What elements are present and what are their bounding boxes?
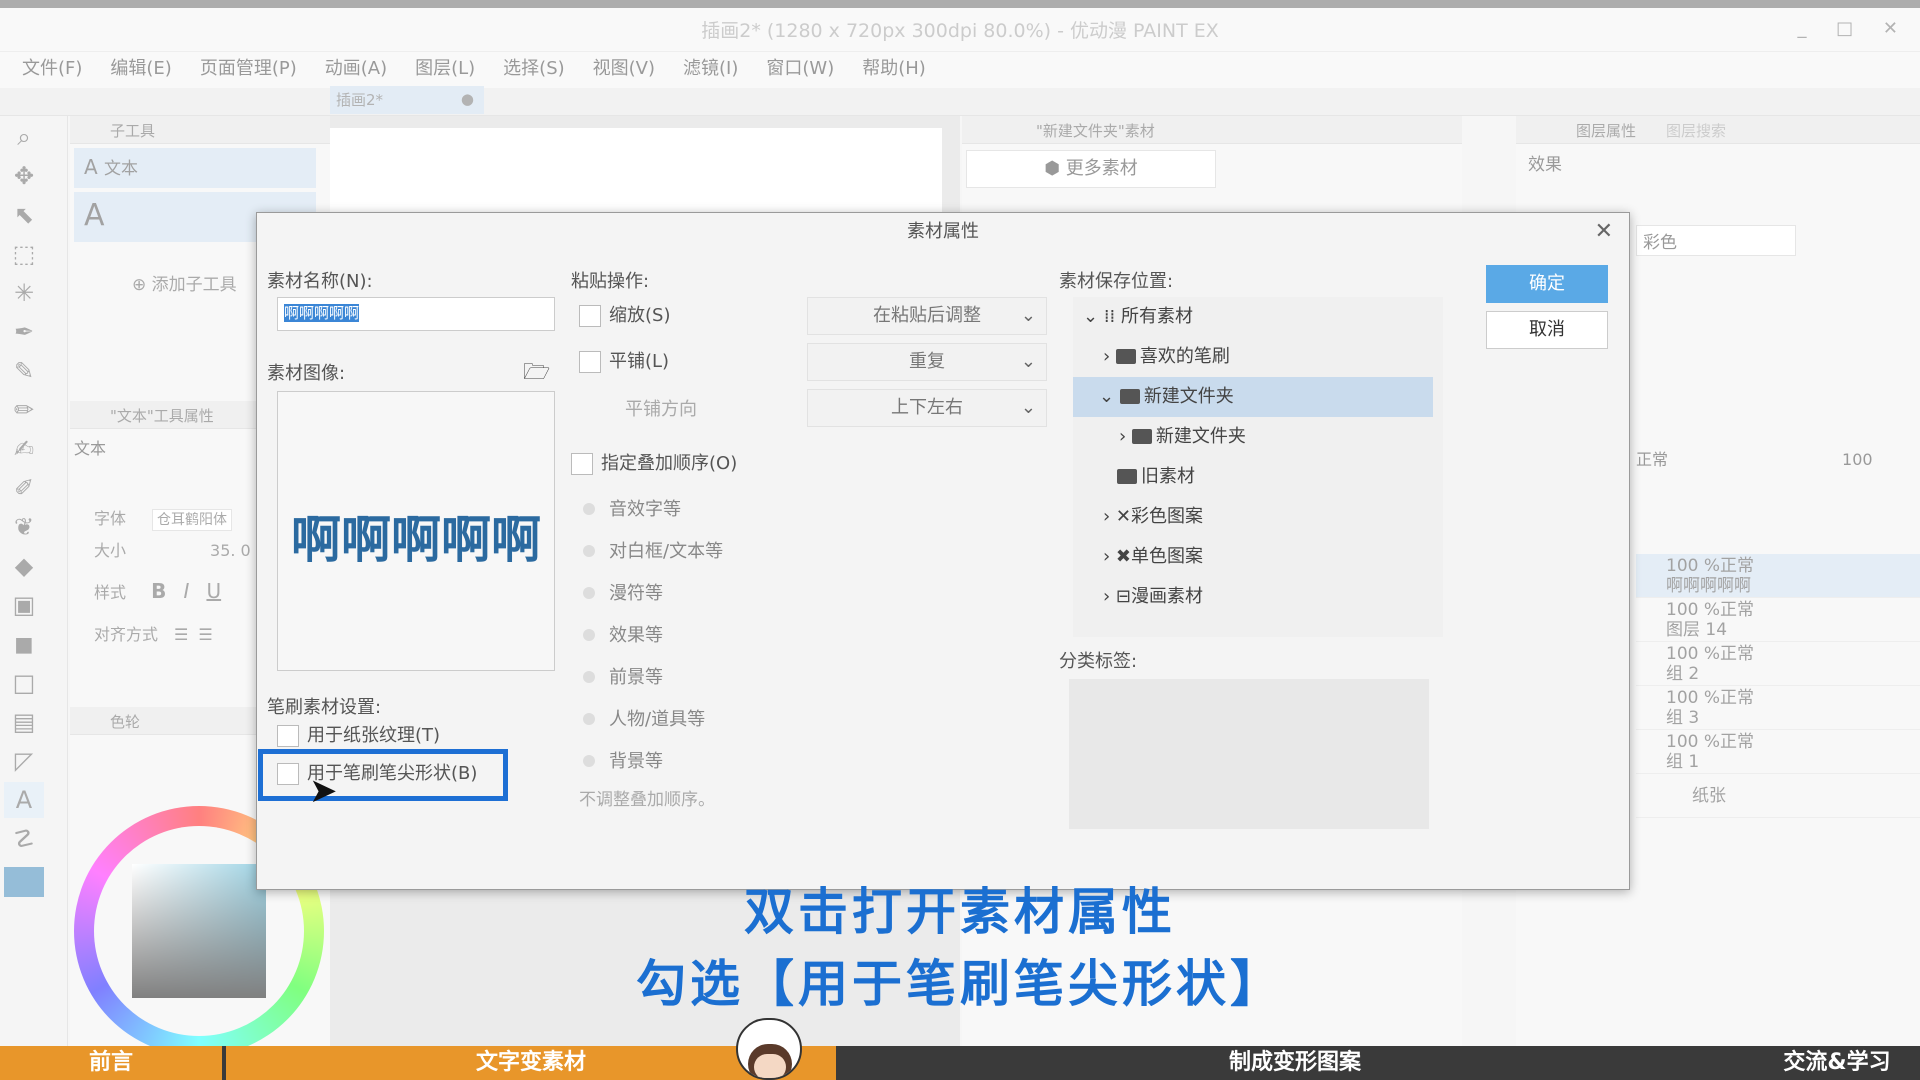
tile-dropdown[interactable]: 重复 ⌄ xyxy=(807,343,1047,381)
no-order-note: 不调整叠加顺序。 xyxy=(579,790,715,810)
order-radio-group: 音效字等 对白框/文本等 漫符等 效果等 前景等 人物/道具等 背景等 xyxy=(583,495,723,789)
order-radio-label: 人物/道具等 xyxy=(609,709,706,730)
avatar xyxy=(736,1018,802,1080)
scale-dropdown[interactable]: 在粘贴后调整 ⌄ xyxy=(807,297,1047,335)
tile-checkbox[interactable] xyxy=(579,351,601,373)
order-radio-label: 效果等 xyxy=(609,625,663,646)
folder-icon xyxy=(1131,429,1152,444)
tree-item-label: 新建文件夹 xyxy=(1155,426,1246,447)
name-label: 素材名称(N): xyxy=(267,271,373,292)
pattern-icon: ✖ xyxy=(1115,546,1132,567)
close-icon[interactable]: ✕ xyxy=(1595,219,1613,244)
scale-dropdown-value: 在粘贴后调整 xyxy=(873,305,981,326)
order-radio[interactable]: 人物/道具等 xyxy=(583,705,723,747)
tree-item[interactable]: › ✖单色图案 xyxy=(1073,537,1443,577)
tile-dropdown-value: 重复 xyxy=(909,351,945,372)
manga-icon: ⊟ xyxy=(1115,586,1132,607)
tree-item-label: 旧素材 xyxy=(1141,466,1195,487)
chapter-bar: 前言 文字变素材 制成变形图案 交流&学习 xyxy=(0,1046,1920,1080)
tag-label: 分类标签: xyxy=(1059,651,1138,672)
image-preview: 啊啊啊啊啊 xyxy=(277,391,555,671)
order-radio-label: 前景等 xyxy=(609,667,663,688)
mouse-cursor-icon: ➤ xyxy=(309,771,338,811)
tree-item-selected[interactable]: ⌄ 新建文件夹 xyxy=(1073,377,1433,417)
paper-texture-option[interactable]: 用于纸张纹理(T) xyxy=(277,721,440,747)
folder-open-icon[interactable]: 🗁 xyxy=(523,355,550,393)
brush-tip-option[interactable]: 用于笔刷笔尖形状(B) xyxy=(277,759,477,785)
tree-item-label: 漫画素材 xyxy=(1131,586,1204,607)
chevron-down-icon: ⌄ xyxy=(1020,305,1036,326)
dialog-title: 素材属性 xyxy=(907,221,979,242)
tree-item[interactable]: › ⊟漫画素材 xyxy=(1073,577,1443,617)
paper-texture-checkbox[interactable] xyxy=(277,725,299,747)
name-input-value: 啊啊啊啊啊 xyxy=(284,304,360,322)
order-radio[interactable]: 音效字等 xyxy=(583,495,723,537)
grid-icon: ⁞⁞ xyxy=(1103,306,1121,327)
tile-direction-value: 上下左右 xyxy=(891,397,963,418)
tree-item[interactable]: › 新建文件夹 xyxy=(1073,417,1443,457)
order-radio[interactable]: 漫符等 xyxy=(583,579,723,621)
tree-item[interactable]: 旧素材 xyxy=(1073,457,1443,497)
order-radio-label: 背景等 xyxy=(609,751,663,772)
chapter-item[interactable]: 前言 xyxy=(0,1046,222,1080)
chevron-right-icon: › xyxy=(1103,346,1116,367)
order-radio[interactable]: 前景等 xyxy=(583,663,723,705)
tree-item-label: 喜欢的笔刷 xyxy=(1139,346,1230,367)
caption-line-1: 双击打开素材属性 xyxy=(744,883,1176,941)
tree-item[interactable]: › 喜欢的笔刷 xyxy=(1073,337,1443,377)
folder-icon xyxy=(1115,349,1136,364)
tile-option[interactable]: 平铺(L) xyxy=(579,347,669,373)
chevron-right-icon: › xyxy=(1103,586,1116,607)
chevron-right-icon: › xyxy=(1103,546,1116,567)
order-radio[interactable]: 对白框/文本等 xyxy=(583,537,723,579)
order-radio[interactable]: 效果等 xyxy=(583,621,723,663)
order-radio-label: 对白框/文本等 xyxy=(609,541,724,562)
scale-option[interactable]: 缩放(S) xyxy=(579,301,670,327)
tree-item[interactable]: › ✕彩色图案 xyxy=(1073,497,1443,537)
order-radio[interactable]: 背景等 xyxy=(583,747,723,789)
order-option[interactable]: 指定叠加顺序(O) xyxy=(571,449,737,475)
image-label: 素材图像: xyxy=(267,363,346,384)
caption-line-2: 勾选【用于笔刷笔尖形状】 xyxy=(636,955,1284,1013)
folder-icon xyxy=(1117,469,1137,484)
chevron-right-icon: › xyxy=(1119,426,1132,447)
chevron-down-icon: ⌄ xyxy=(1020,351,1036,372)
brush-tip-checkbox[interactable] xyxy=(277,763,299,785)
tree-item-label: 彩色图案 xyxy=(1131,506,1204,527)
tree-item-label: 新建文件夹 xyxy=(1143,386,1234,407)
tree-item-label: 单色图案 xyxy=(1131,546,1204,567)
paste-label: 粘贴操作: xyxy=(571,271,650,292)
chevron-right-icon: › xyxy=(1103,506,1116,527)
order-checkbox[interactable] xyxy=(571,453,593,475)
cancel-button[interactable]: 取消 xyxy=(1486,311,1608,349)
tag-area[interactable] xyxy=(1069,679,1429,829)
chevron-down-icon: ⌄ xyxy=(1020,397,1036,418)
chevron-down-icon: ⌄ xyxy=(1083,306,1104,327)
order-radio-label: 音效字等 xyxy=(609,499,681,520)
material-property-dialog: 素材属性 ✕ 素材名称(N): 啊啊啊啊啊 素材图像: 🗁 啊啊啊啊啊 笔刷素材… xyxy=(256,212,1630,890)
location-label: 素材保存位置: xyxy=(1059,271,1174,292)
order-label: 指定叠加顺序(O) xyxy=(601,453,738,474)
order-radio-label: 漫符等 xyxy=(609,583,663,604)
tile-label: 平铺(L) xyxy=(609,351,670,372)
name-input[interactable]: 啊啊啊啊啊 xyxy=(277,297,555,331)
location-tree: ⌄ ⁞⁞ 所有素材 › 喜欢的笔刷 ⌄ 新建文件夹 › 新建文件夹 旧素材 › … xyxy=(1073,297,1443,637)
brush-settings-label: 笔刷素材设置: xyxy=(267,697,382,718)
preview-text: 啊啊啊啊啊 xyxy=(291,511,541,569)
scale-checkbox[interactable] xyxy=(579,305,601,327)
tile-direction-label: 平铺方向 xyxy=(625,399,697,420)
chapter-item[interactable]: 制成变形图案 xyxy=(840,1046,1750,1080)
folder-icon xyxy=(1119,389,1140,404)
tile-direction-dropdown[interactable]: 上下左右 ⌄ xyxy=(807,389,1047,427)
ok-button[interactable]: 确定 xyxy=(1486,265,1608,303)
chapter-item[interactable]: 交流&学习 xyxy=(1754,1046,1920,1080)
pattern-icon: ✕ xyxy=(1115,506,1132,527)
chevron-down-icon: ⌄ xyxy=(1099,386,1120,407)
tree-item[interactable]: ⌄ ⁞⁞ 所有素材 xyxy=(1073,297,1443,337)
paper-texture-label: 用于纸张纹理(T) xyxy=(307,725,441,746)
scale-label: 缩放(S) xyxy=(609,305,671,326)
tree-item-label: 所有素材 xyxy=(1120,306,1193,327)
